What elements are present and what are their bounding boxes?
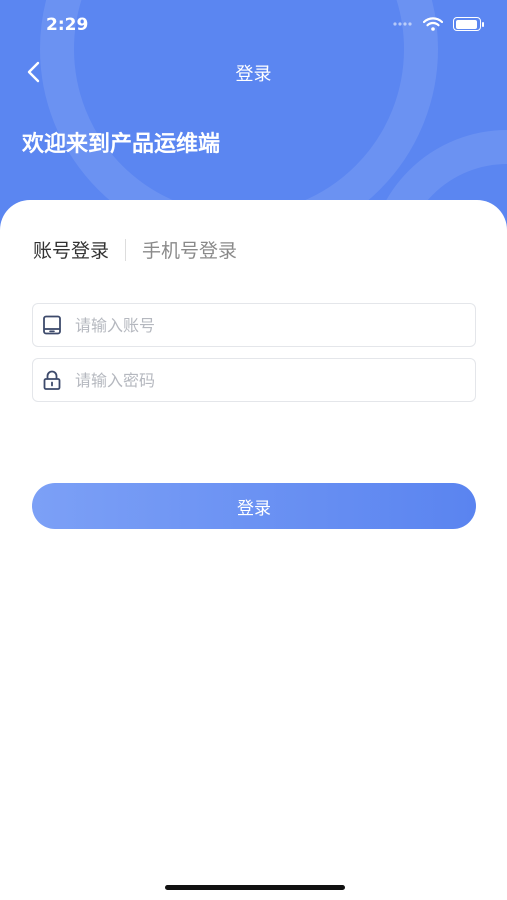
- status-time: 2:29: [46, 15, 89, 35]
- status-icons: [393, 17, 484, 31]
- login-button[interactable]: 登录: [32, 483, 476, 529]
- battery-icon: [453, 17, 484, 31]
- tab-account-login[interactable]: 账号登录: [33, 236, 109, 263]
- tab-phone-login[interactable]: 手机号登录: [142, 236, 237, 263]
- signal-icon: [393, 22, 412, 26]
- account-input[interactable]: [73, 314, 475, 336]
- account-field[interactable]: [32, 303, 476, 347]
- page-title: 登录: [235, 64, 272, 85]
- login-tabs: 账号登录 手机号登录: [33, 236, 237, 263]
- tablet-icon: [43, 315, 61, 335]
- tab-divider: [125, 238, 127, 261]
- home-indicator: [165, 885, 345, 890]
- password-field[interactable]: [32, 358, 476, 402]
- password-input[interactable]: [73, 369, 475, 391]
- welcome-text: 欢迎来到产品运维端: [22, 132, 221, 157]
- wifi-icon: [423, 17, 443, 31]
- login-card: 账号登录 手机号登录 登录: [0, 200, 507, 900]
- lock-icon: [43, 370, 61, 390]
